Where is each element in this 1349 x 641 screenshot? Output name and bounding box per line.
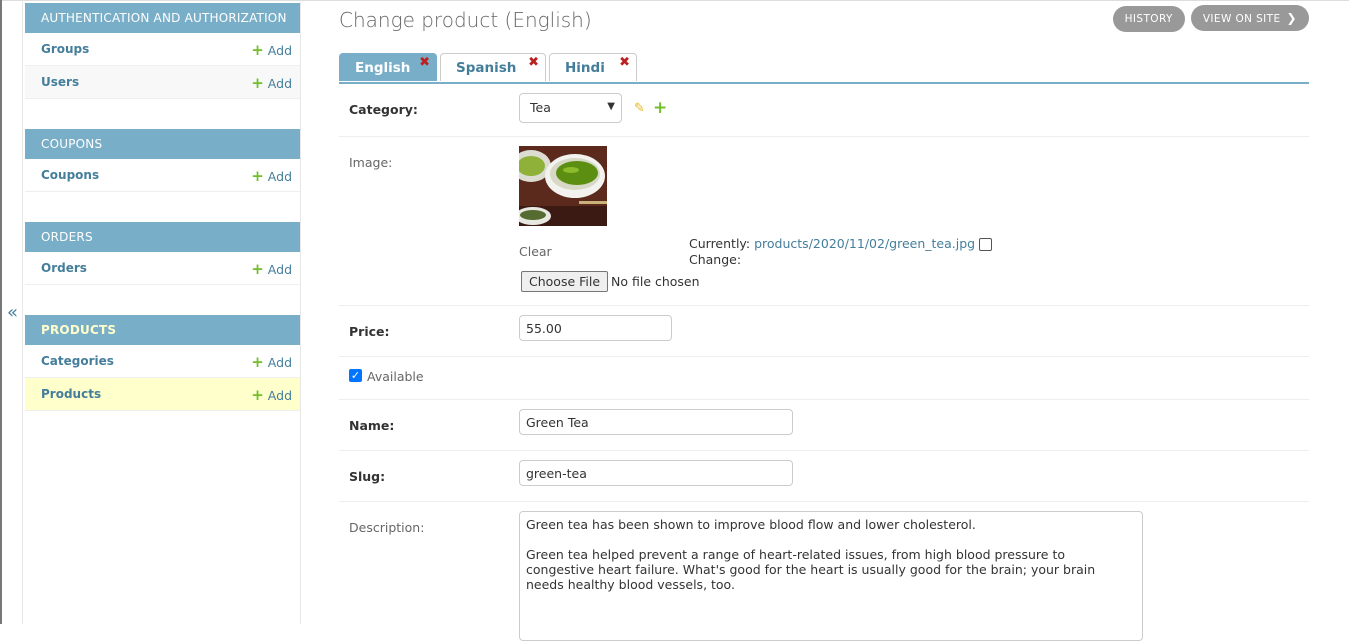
tab-english[interactable]: English ✖ xyxy=(339,53,437,81)
choose-file-button[interactable]: Choose File xyxy=(521,271,609,292)
module-header-orders[interactable]: ORDERS xyxy=(25,222,300,252)
products-link[interactable]: Products xyxy=(41,387,101,401)
chevron-down-icon: ▼ xyxy=(607,101,615,112)
tab-spanish-label: Spanish xyxy=(456,60,517,76)
image-label: Image: xyxy=(349,155,393,170)
slug-input[interactable]: green-tea xyxy=(519,460,793,486)
name-input[interactable]: Green Tea xyxy=(519,409,793,435)
add-label: Add xyxy=(267,355,292,370)
history-button[interactable]: HISTORY xyxy=(1112,6,1185,32)
plus-icon: + xyxy=(251,167,264,185)
add-group-link[interactable]: + Add xyxy=(251,41,292,59)
edit-category-pencil-icon[interactable]: ✎ xyxy=(634,101,645,116)
price-label: Price: xyxy=(349,324,390,339)
form-row-category xyxy=(339,83,1309,137)
green-tea-photo xyxy=(519,146,607,226)
delete-translation-icon[interactable]: ✖ xyxy=(419,55,430,70)
price-input[interactable]: 55.00 xyxy=(519,315,672,341)
sidebar-item-categories: Categories + Add xyxy=(25,345,300,378)
categories-link[interactable]: Categories xyxy=(41,354,114,368)
tab-hindi-label: Hindi xyxy=(565,60,605,76)
add-label: Add xyxy=(267,76,292,91)
module-header-coupons[interactable]: COUPONS xyxy=(25,129,300,159)
users-link[interactable]: Users xyxy=(41,75,79,89)
module-orders: ORDERS Orders + Add xyxy=(25,222,300,285)
add-product-link[interactable]: + Add xyxy=(251,386,292,404)
view-on-site-label: VIEW ON SITE xyxy=(1202,13,1281,25)
plus-icon: + xyxy=(251,41,264,59)
add-category-link[interactable]: + Add xyxy=(251,353,292,371)
orders-link[interactable]: Orders xyxy=(41,261,87,275)
sidebar: AUTHENTICATION AND AUTHORIZATION Groups … xyxy=(22,0,301,624)
category-select[interactable]: Tea ▼ xyxy=(519,93,622,123)
tab-spanish[interactable]: Spanish ✖ xyxy=(440,53,546,81)
plus-icon: + xyxy=(251,260,264,278)
form-row-price xyxy=(339,305,1309,357)
current-image-info: Currently: products/2020/11/02/green_tea… xyxy=(689,236,993,268)
form-row-slug xyxy=(339,450,1309,502)
clear-image-checkbox[interactable] xyxy=(979,238,993,251)
description-textarea[interactable]: Green tea has been shown to improve bloo… xyxy=(519,511,1143,641)
module-header-products[interactable]: PRODUCTS xyxy=(25,315,300,345)
name-label: Name: xyxy=(349,418,395,433)
tab-english-label: English xyxy=(355,60,411,76)
form-row-available xyxy=(339,356,1309,400)
add-order-link[interactable]: + Add xyxy=(251,260,292,278)
category-label: Category: xyxy=(349,102,418,117)
add-category-plus-icon[interactable]: + xyxy=(653,98,667,118)
module-header-auth[interactable]: AUTHENTICATION AND AUTHORIZATION xyxy=(25,3,300,33)
clear-label: Clear xyxy=(519,244,552,259)
sidebar-item-groups: Groups + Add xyxy=(25,33,300,66)
file-status-text: No file chosen xyxy=(611,274,700,289)
sidebar-item-products: Products + Add xyxy=(25,378,300,411)
object-tools: HISTORY VIEW ON SITE ❯ xyxy=(1107,5,1309,32)
plus-icon: + xyxy=(251,353,264,371)
module-products: PRODUCTS Categories + Add Products + Add xyxy=(25,315,300,411)
language-tabs: English ✖ Spanish ✖ Hindi ✖ xyxy=(339,53,1309,84)
sidebar-item-coupons: Coupons + Add xyxy=(25,159,300,192)
collapse-sidebar-toggle[interactable]: « xyxy=(7,302,18,323)
form-row-name xyxy=(339,399,1309,451)
groups-link[interactable]: Groups xyxy=(41,42,89,56)
view-on-site-button[interactable]: VIEW ON SITE ❯ xyxy=(1190,5,1309,31)
add-user-link[interactable]: + Add xyxy=(251,74,292,92)
form-row-image xyxy=(339,136,1309,306)
add-label: Add xyxy=(267,43,292,58)
available-label: Available xyxy=(367,369,424,384)
sidebar-item-users: Users + Add xyxy=(25,66,300,99)
description-label: Description: xyxy=(349,520,425,535)
window-left-edge xyxy=(0,0,2,624)
sidebar-item-orders: Orders + Add xyxy=(25,252,300,285)
module-coupons: COUPONS Coupons + Add xyxy=(25,129,300,192)
change-label: Change: xyxy=(689,252,742,267)
current-image-link[interactable]: products/2020/11/02/green_tea.jpg xyxy=(754,236,975,251)
tab-hindi[interactable]: Hindi ✖ xyxy=(549,53,637,81)
slug-label: Slug: xyxy=(349,469,386,484)
page-title: Change product (English) xyxy=(339,8,592,32)
coupons-link[interactable]: Coupons xyxy=(41,168,99,182)
category-selected-value: Tea xyxy=(530,100,551,115)
product-image-thumbnail[interactable] xyxy=(519,146,607,226)
add-coupon-link[interactable]: + Add xyxy=(251,167,292,185)
currently-label: Currently: xyxy=(689,236,751,251)
add-label: Add xyxy=(267,262,292,277)
plus-icon: + xyxy=(251,386,264,404)
add-label: Add xyxy=(267,169,292,184)
module-auth: AUTHENTICATION AND AUTHORIZATION Groups … xyxy=(25,3,300,99)
delete-translation-icon[interactable]: ✖ xyxy=(619,55,630,70)
available-checkbox[interactable]: ✓ xyxy=(349,369,362,382)
delete-translation-icon[interactable]: ✖ xyxy=(528,55,539,70)
chevron-right-icon: ❯ xyxy=(1286,11,1297,25)
add-label: Add xyxy=(267,388,292,403)
plus-icon: + xyxy=(251,74,264,92)
